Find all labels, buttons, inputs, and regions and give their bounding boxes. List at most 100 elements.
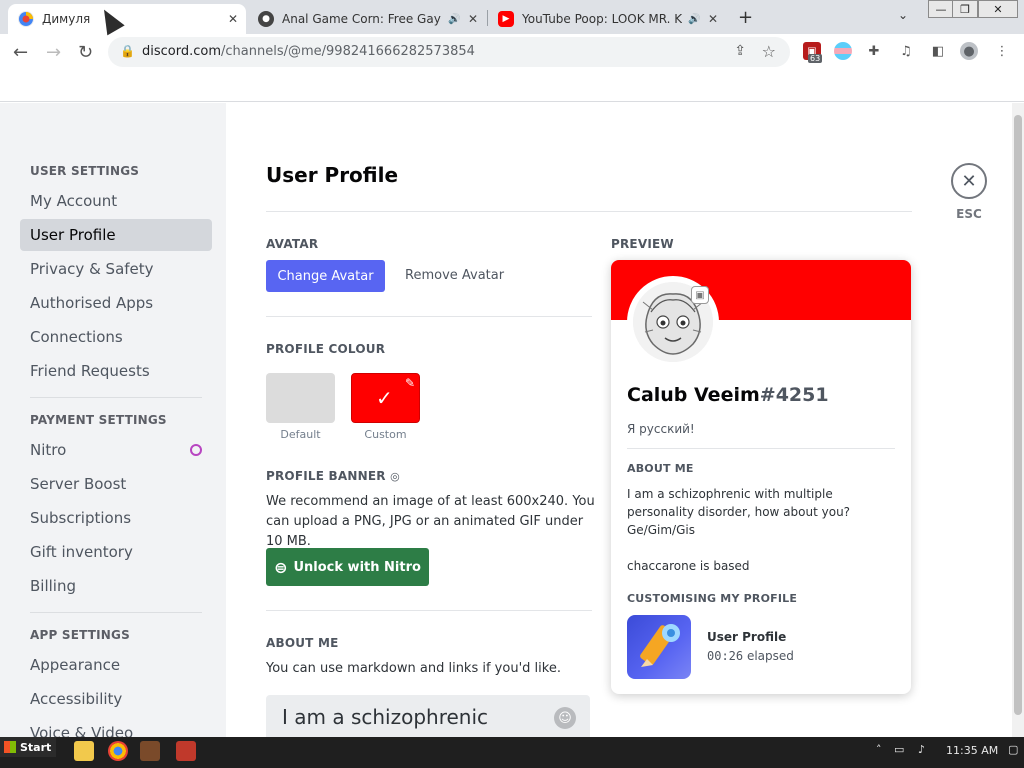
sidebar-item-friend-requests[interactable]: Friend Requests: [20, 355, 212, 387]
more-menu-icon[interactable]: ⋮: [993, 42, 1011, 60]
preview-username: Calub Veeim#4251: [627, 384, 829, 406]
tab-search-chevron-icon[interactable]: ⌄: [898, 8, 908, 22]
puzzle-icon[interactable]: ✚: [865, 42, 883, 60]
chrome-icon[interactable]: [108, 741, 128, 761]
close-tab-icon[interactable]: ✕: [708, 12, 718, 26]
app-icon-2[interactable]: [176, 741, 196, 761]
close-window-button[interactable]: ✕: [978, 0, 1018, 18]
bio-line: I am a schizophrenic with multiple perso…: [627, 487, 851, 537]
app-settings-header: APP SETTINGS: [30, 628, 130, 642]
restore-button[interactable]: ❐: [952, 0, 978, 18]
speaker-icon[interactable]: 🔊: [688, 14, 700, 25]
close-tab-icon[interactable]: ✕: [468, 12, 478, 26]
section-divider: [266, 316, 592, 317]
custom-colour-swatch[interactable]: ✓ ✎: [351, 373, 420, 423]
activity-title: User Profile: [707, 630, 787, 644]
url-text[interactable]: discord.com/channels/@me/998241666282573…: [142, 44, 475, 59]
nitro-icon: ⊜: [274, 557, 288, 577]
change-avatar-button[interactable]: Change Avatar: [266, 260, 385, 292]
discord-like-icon: [18, 11, 34, 27]
show-hidden-icons-icon[interactable]: ˄: [876, 743, 882, 756]
eyedropper-icon[interactable]: ✎: [405, 376, 415, 390]
profile-banner-description: We recommend an image of at least 600x24…: [266, 494, 595, 549]
media-queue-icon[interactable]: ♫: [897, 42, 915, 60]
profile-colour-section-title: PROFILE COLOUR: [266, 342, 386, 356]
network-icon[interactable]: ▭: [894, 743, 904, 756]
share-icon[interactable]: ⇪: [734, 43, 746, 59]
clock[interactable]: 11:35 AM: [946, 744, 998, 757]
back-arrow-icon[interactable]: ←: [13, 42, 28, 63]
settings-sidebar: USER SETTINGS My Account User Profile Pr…: [0, 103, 226, 737]
extension-badge: 63: [808, 54, 823, 63]
notifications-icon[interactable]: ▢: [1008, 743, 1018, 756]
preview-about-me-header: ABOUT ME: [627, 462, 694, 475]
sidebar-divider: [30, 612, 202, 613]
sidebar-item-nitro[interactable]: Nitro: [20, 434, 212, 466]
user-settings-header: USER SETTINGS: [30, 164, 140, 178]
edit-image-icon[interactable]: ▣: [691, 286, 709, 304]
checkmark-icon: ✓: [376, 386, 393, 410]
forward-arrow-icon[interactable]: →: [46, 42, 61, 63]
about-me-input[interactable]: I am a schizophrenic ☺: [266, 695, 590, 737]
profile-avatar-icon[interactable]: ●: [960, 42, 978, 60]
file-explorer-icon[interactable]: [74, 741, 94, 761]
preview-bio: I am a schizophrenic with multiple perso…: [627, 485, 895, 575]
default-colour-label: Default: [280, 428, 321, 441]
bookmark-bar: [0, 70, 1024, 102]
taskbar: Start ˄ ▭ ♪ 11:35 AM ▢: [0, 737, 1024, 768]
custom-status: Я русский!: [627, 422, 695, 436]
youtube-icon: ▶: [498, 11, 514, 27]
start-button[interactable]: Start: [0, 737, 56, 757]
preview-section-title: PREVIEW: [611, 237, 674, 251]
sidebar-item-gift-inventory[interactable]: Gift inventory: [20, 536, 212, 568]
sidebar-item-connections[interactable]: Connections: [20, 321, 212, 353]
close-tab-icon[interactable]: ✕: [228, 12, 238, 26]
nitro-icon: ◎: [390, 470, 400, 483]
profile-banner-section-title: PROFILE BANNER ◎: [266, 469, 400, 483]
remove-avatar-button[interactable]: Remove Avatar: [405, 268, 504, 283]
emoji-picker-icon[interactable]: ☺: [554, 707, 576, 729]
reload-icon[interactable]: ↻: [78, 42, 93, 63]
section-divider: [266, 610, 592, 611]
about-me-text: I am a schizophrenic: [282, 705, 489, 729]
app-icon[interactable]: [140, 741, 160, 761]
scrollbar-thumb[interactable]: [1014, 115, 1022, 715]
activity-pencil-image: [627, 615, 691, 679]
sidebar-item-billing[interactable]: Billing: [20, 570, 212, 602]
tab-anal-game[interactable]: ● Anal Game Corn: Free Gay H 🔊 ✕: [248, 4, 486, 34]
minimize-button[interactable]: —: [928, 0, 954, 18]
card-divider: [627, 448, 895, 449]
pawprint-icon: ●: [258, 11, 274, 27]
lock-icon[interactable]: 🔒: [120, 44, 135, 58]
unlock-with-nitro-button[interactable]: ⊜ Unlock with Nitro: [266, 548, 429, 586]
extension-icon-2[interactable]: [834, 42, 852, 60]
sidebar-item-accessibility[interactable]: Accessibility: [20, 683, 212, 715]
side-panel-icon[interactable]: ◧: [929, 42, 947, 60]
sidebar-item-subscriptions[interactable]: Subscriptions: [20, 502, 212, 534]
unlock-nitro-label: Unlock with Nitro: [293, 559, 421, 575]
sidebar-item-user-profile[interactable]: User Profile: [20, 219, 212, 251]
address-bar[interactable]: 🔒 discord.com/channels/@me/9982416662825…: [108, 37, 790, 67]
default-colour-swatch[interactable]: [266, 373, 335, 423]
sidebar-item-voice-video[interactable]: Voice & Video: [20, 717, 212, 737]
sidebar-item-my-account[interactable]: My Account: [20, 185, 212, 217]
sidebar-item-server-boost[interactable]: Server Boost: [20, 468, 212, 500]
sidebar-item-appearance[interactable]: Appearance: [20, 649, 212, 681]
avatar-section-title: AVATAR: [266, 237, 319, 251]
close-settings-icon[interactable]: ✕: [951, 163, 987, 199]
tab-youtube-poop[interactable]: ▶ YouTube Poop: LOOK MR. KR 🔊 ✕: [488, 4, 726, 34]
volume-icon[interactable]: ♪: [918, 743, 925, 756]
customising-header: CUSTOMISING MY PROFILE: [627, 592, 798, 605]
tab-title: Anal Game Corn: Free Gay H: [282, 12, 442, 26]
tab-dimulya[interactable]: Димуля ✕: [8, 4, 246, 34]
sidebar-item-authorised-apps[interactable]: Authorised Apps: [20, 287, 212, 319]
custom-colour-label: Custom: [364, 428, 407, 441]
esc-label: ESC: [956, 207, 982, 221]
sidebar-item-privacy-safety[interactable]: Privacy & Safety: [20, 253, 212, 285]
speaker-icon[interactable]: 🔊: [448, 14, 460, 25]
new-tab-button[interactable]: +: [738, 7, 753, 28]
star-icon[interactable]: ☆: [762, 42, 776, 61]
page-scrollbar[interactable]: [1012, 103, 1024, 737]
settings-content: User Profile AVATAR Change Avatar Remove…: [226, 103, 1012, 737]
nitro-icon: [190, 444, 202, 456]
